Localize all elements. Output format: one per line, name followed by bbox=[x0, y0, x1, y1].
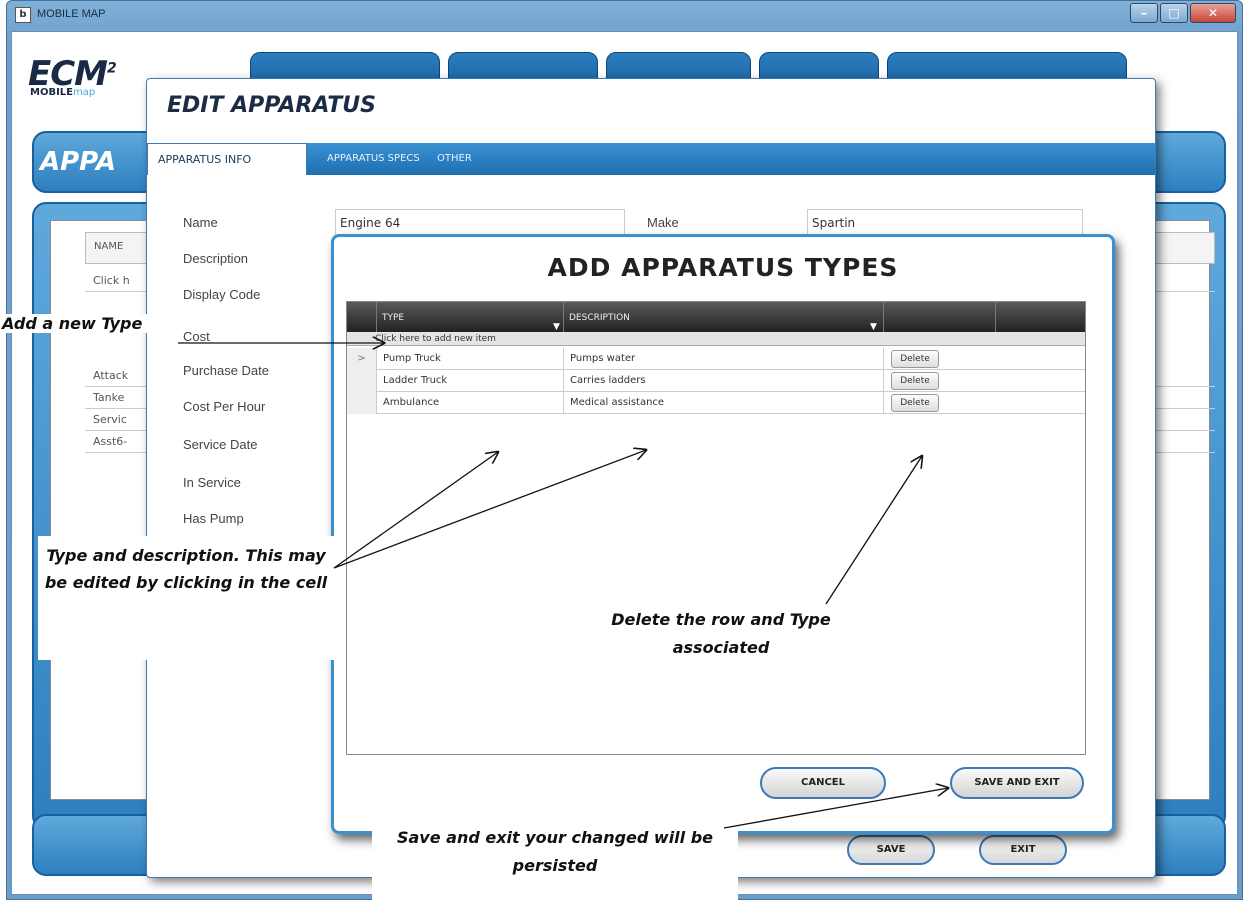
tab-apparatus-specs[interactable]: APPARATUS SPECS bbox=[317, 143, 430, 175]
edit-dialog-tabs: APPARATUS INFO APPARATUS SPECS OTHER bbox=[147, 143, 1155, 175]
type-cell[interactable]: Pump Truck bbox=[377, 348, 564, 370]
description-cell[interactable]: Medical assistance bbox=[564, 392, 884, 414]
annotation-save: Save and exit your changed will be persi… bbox=[372, 816, 738, 903]
description-label: Description bbox=[183, 251, 249, 266]
maximize-button[interactable]: □ bbox=[1160, 3, 1188, 23]
header-type[interactable]: TYPE ▼ bbox=[377, 302, 564, 332]
table-row[interactable]: Ladder Truck Carries ladders Delete bbox=[347, 370, 1085, 392]
type-cell[interactable]: Ambulance bbox=[377, 392, 564, 414]
minimize-button[interactable]: – bbox=[1130, 3, 1158, 23]
service-date-label: Service Date bbox=[183, 437, 258, 452]
annotation-add-type: Add a new Type bbox=[0, 314, 178, 333]
name-label: Name bbox=[183, 215, 218, 230]
header-description[interactable]: DESCRIPTION ▼ bbox=[564, 302, 884, 332]
table-row[interactable]: Ambulance Medical assistance Delete bbox=[347, 392, 1085, 414]
cost-per-hour-label: Cost Per Hour bbox=[183, 399, 266, 414]
purchase-date-label: Purchase Date bbox=[183, 363, 269, 378]
cost-label: Cost bbox=[183, 329, 210, 344]
save-and-exit-button[interactable]: SAVE AND EXIT bbox=[950, 767, 1084, 799]
exit-button[interactable]: EXIT bbox=[979, 835, 1067, 865]
description-cell[interactable]: Pumps water bbox=[564, 348, 884, 370]
header-description-label: DESCRIPTION bbox=[569, 313, 630, 323]
in-service-label: In Service bbox=[183, 475, 241, 490]
description-cell[interactable]: Carries ladders bbox=[564, 370, 884, 392]
save-button[interactable]: SAVE bbox=[847, 835, 935, 865]
tab-apparatus-info[interactable]: APPARATUS INFO bbox=[147, 143, 307, 175]
window-title: MOBILE MAP bbox=[37, 8, 106, 20]
annotation-delete: Delete the row and Type associated bbox=[611, 610, 831, 657]
table-row[interactable]: > Pump Truck Pumps water Delete bbox=[347, 348, 1085, 370]
add-dialog-title: ADD APPARATUS TYPES bbox=[547, 253, 899, 282]
app-icon: b bbox=[15, 7, 31, 23]
row-selector[interactable]: > bbox=[347, 348, 377, 370]
name-field[interactable]: Engine 64 bbox=[335, 209, 625, 237]
header-selector-column bbox=[347, 302, 377, 332]
title-bar[interactable]: b MOBILE MAP – □ ✕ bbox=[7, 1, 1242, 31]
background-page-title: APPA bbox=[40, 147, 116, 177]
delete-button[interactable]: Delete bbox=[891, 372, 939, 390]
make-label: Make bbox=[647, 215, 679, 230]
background-grid-column: NAME bbox=[94, 241, 124, 252]
add-apparatus-types-dialog: ADD APPARATUS TYPES TYPE ▼ DESCRIPTION ▼… bbox=[331, 234, 1115, 834]
header-action bbox=[884, 302, 996, 332]
add-new-item-row[interactable]: Click here to add new item bbox=[347, 332, 1085, 346]
grid-header: TYPE ▼ DESCRIPTION ▼ bbox=[347, 302, 1085, 332]
delete-button[interactable]: Delete bbox=[891, 350, 939, 368]
edit-dialog-title: EDIT APPARATUS bbox=[167, 93, 376, 118]
row-selector[interactable] bbox=[347, 392, 377, 414]
delete-button[interactable]: Delete bbox=[891, 394, 939, 412]
header-type-label: TYPE bbox=[382, 313, 405, 323]
display-code-label: Display Code bbox=[183, 287, 261, 302]
annotation-type-description: Type and description. This may be edited… bbox=[38, 536, 334, 660]
row-selector[interactable] bbox=[347, 370, 377, 392]
logo-subtitle: MOBILEmap bbox=[30, 87, 96, 98]
tab-other[interactable]: OTHER bbox=[427, 143, 482, 175]
type-cell[interactable]: Ladder Truck bbox=[377, 370, 564, 392]
make-field[interactable]: Spartin bbox=[807, 209, 1083, 237]
types-grid: TYPE ▼ DESCRIPTION ▼ Click here to add n… bbox=[346, 301, 1086, 755]
cancel-button[interactable]: CANCEL bbox=[760, 767, 886, 799]
has-pump-label: Has Pump bbox=[183, 511, 244, 526]
close-button[interactable]: ✕ bbox=[1190, 3, 1236, 23]
